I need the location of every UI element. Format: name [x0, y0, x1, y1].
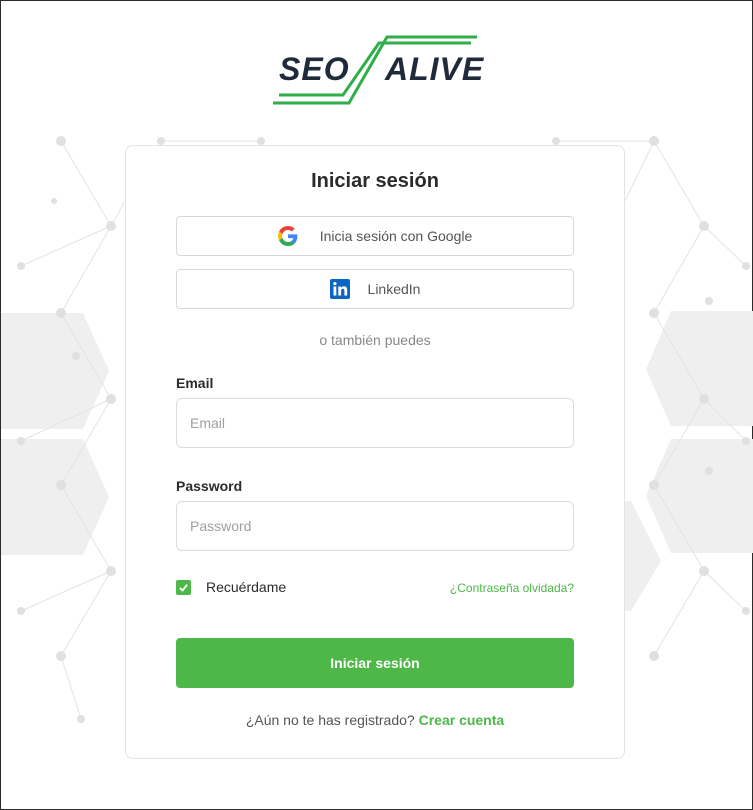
forgot-password-link[interactable]: ¿Contraseña olvidada? — [450, 581, 574, 595]
google-login-button[interactable]: Inicia sesión con Google — [176, 216, 574, 256]
password-input[interactable] — [176, 501, 574, 551]
remember-me-row: Recuérdame — [176, 579, 286, 595]
seo-alive-logo: SEO ALIVE — [271, 31, 485, 111]
remember-me-checkbox[interactable] — [176, 579, 191, 595]
email-input[interactable] — [176, 398, 574, 448]
google-icon — [277, 226, 298, 246]
remember-me-label: Recuérdame — [206, 579, 287, 595]
login-submit-button[interactable]: Iniciar sesión — [176, 638, 574, 688]
check-icon — [179, 583, 188, 592]
linkedin-login-button[interactable]: LinkedIn — [176, 269, 574, 309]
linkedin-icon — [329, 279, 350, 299]
google-login-label: Inicia sesión con Google — [319, 228, 473, 244]
linkedin-login-label: LinkedIn — [367, 281, 421, 297]
logo-text-alive: ALIVE — [385, 51, 485, 87]
login-card: Iniciar sesión Inicia sesión con Google … — [125, 145, 625, 759]
logo-text-seo: SEO — [279, 51, 350, 87]
register-prompt: ¿Aún no te has registrado? Crear cuenta — [126, 712, 624, 728]
page-title: Iniciar sesión — [311, 170, 439, 192]
password-label: Password — [176, 478, 243, 494]
alternative-login-text: o también puedes — [319, 332, 431, 348]
create-account-link[interactable]: Crear cuenta — [419, 712, 505, 728]
register-prompt-text: ¿Aún no te has registrado? — [245, 712, 415, 728]
email-label: Email — [176, 375, 214, 391]
